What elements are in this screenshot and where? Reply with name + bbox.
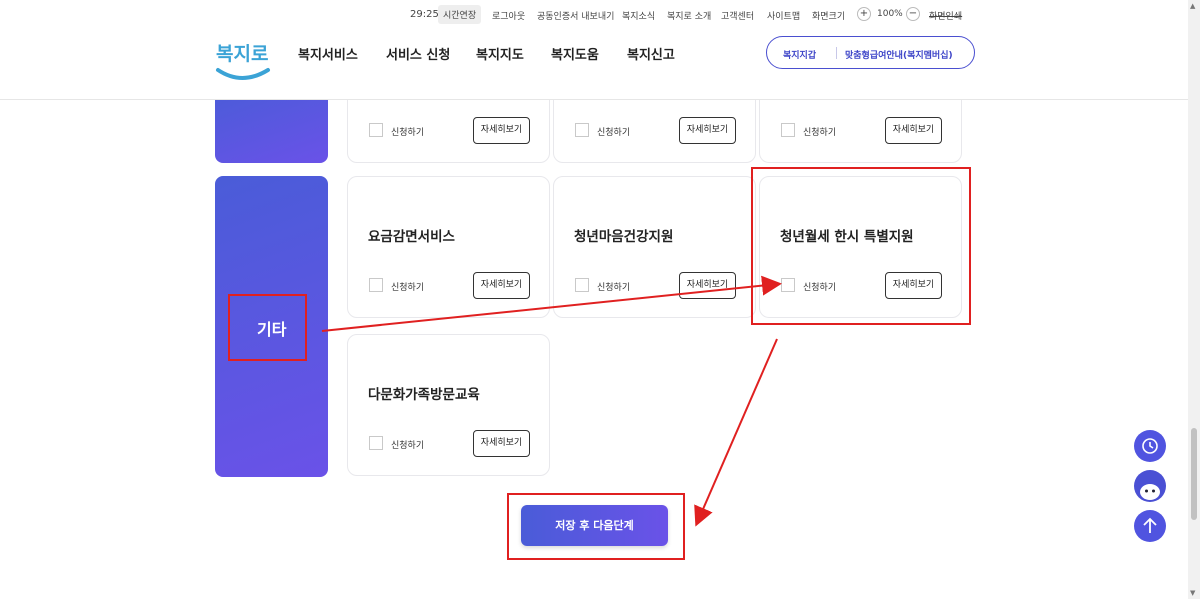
annotation-arrow-to-card [321,275,782,332]
annotation-arrow-to-button [694,338,778,527]
annotation-arrows [321,275,782,527]
